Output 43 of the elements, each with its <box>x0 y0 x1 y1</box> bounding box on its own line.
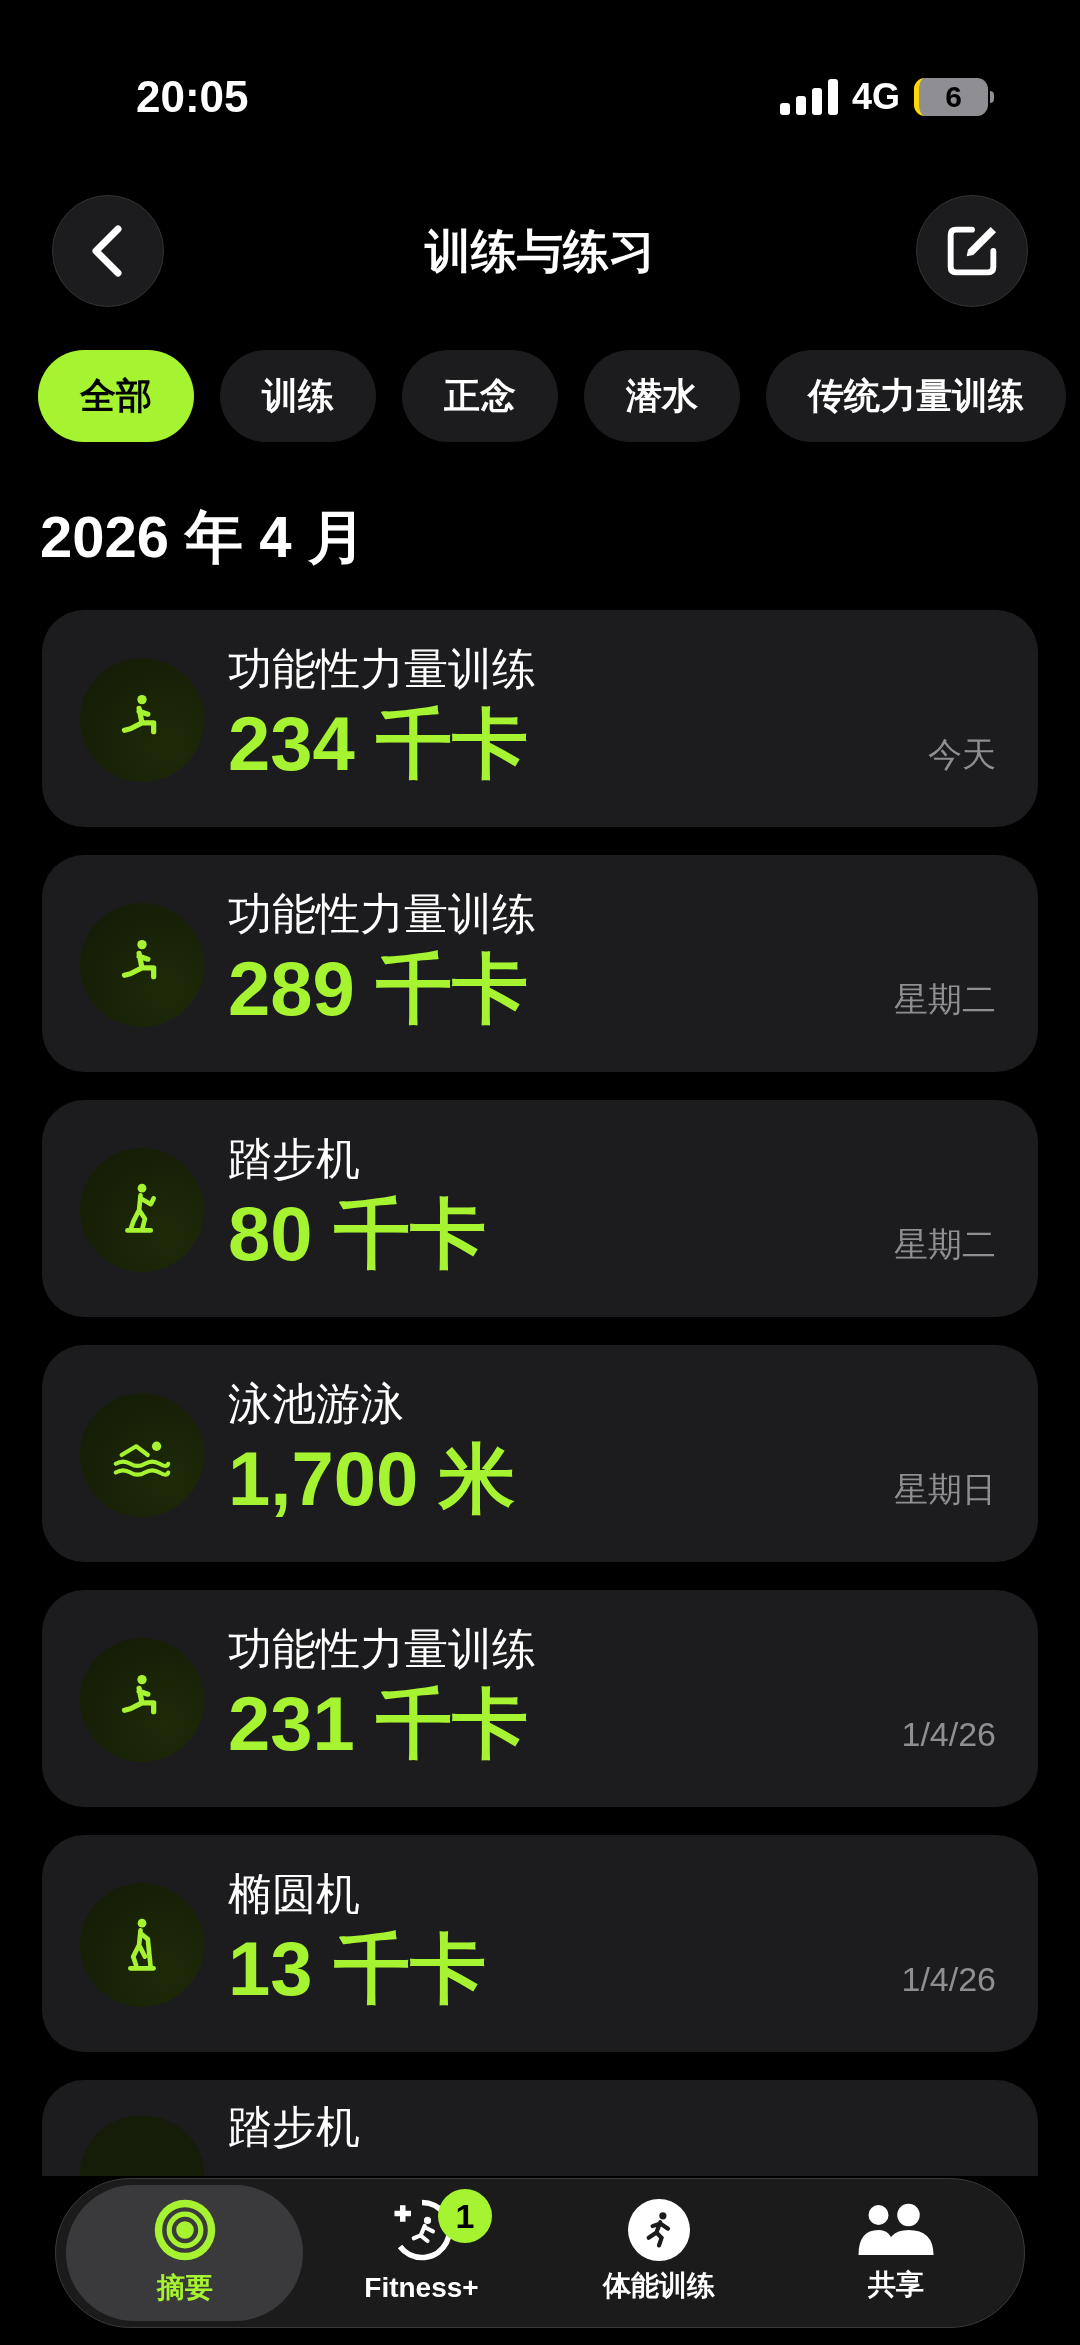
workout-card[interactable]: 功能性力量训练 231 千卡 1/4/26 <box>42 1590 1038 1807</box>
tab-item[interactable]: 共享 <box>777 2185 1014 2321</box>
workout-card[interactable]: 踏步机 80 千卡 星期二 <box>42 1100 1038 1317</box>
workout-name: 功能性力量训练 <box>228 643 536 695</box>
workout-card[interactable]: 椭圆机 13 千卡 1/4/26 <box>42 1835 1038 2052</box>
workout-name: 功能性力量训练 <box>228 888 536 940</box>
tab-item[interactable]: Fitness+ 1 <box>303 2185 540 2321</box>
runner-icon <box>627 2199 690 2261</box>
workout-value: 1,700 米 <box>228 1435 516 1523</box>
workout-value: 231 千卡 <box>228 1680 528 1768</box>
workout-date: 星期二 <box>894 979 996 1020</box>
workout-card[interactable]: 踏步机 <box>42 2080 1038 2176</box>
network-label: 4G <box>851 74 900 119</box>
workout-value: 13 千卡 <box>228 1925 486 2013</box>
filter-chip[interactable]: 训练 <box>220 350 376 442</box>
month-heading: 2026 年 4 月 <box>39 503 366 571</box>
notification-badge: 1 <box>438 2189 492 2243</box>
workout-name: 椭圆机 <box>228 1868 360 1920</box>
workout-name: 踏步机 <box>228 2101 360 2153</box>
workout-card[interactable]: 泳池游泳 1,700 米 星期日 <box>42 1345 1038 1562</box>
workout-value: 234 千卡 <box>228 700 528 788</box>
filter-chip[interactable]: 潜水 <box>584 350 740 442</box>
workout-date: 星期二 <box>894 1224 996 1265</box>
workout-name: 泳池游泳 <box>228 1378 404 1430</box>
workout-value: 80 千卡 <box>228 1190 486 1278</box>
workout-value: 289 千卡 <box>228 945 528 1033</box>
workout-card[interactable]: 功能性力量训练 289 千卡 星期二 <box>42 855 1038 1072</box>
workout-date: 1/4/26 <box>901 1714 996 1755</box>
filter-chip[interactable]: 传统力量训练 <box>766 350 1066 442</box>
filter-chip[interactable]: 正念 <box>402 350 558 442</box>
battery-indicator: 6 <box>914 77 994 116</box>
workout-card[interactable]: 功能性力量训练 234 千卡 今天 <box>42 610 1038 827</box>
workout-name: 踏步机 <box>228 1133 360 1185</box>
page-title: 训练与练习 <box>425 223 655 279</box>
workout-date: 今天 <box>928 734 996 775</box>
tab-item[interactable]: 体能训练 <box>540 2185 777 2321</box>
tab-item[interactable]: 摘要 <box>66 2185 303 2321</box>
filter-chip[interactable]: 全部 <box>38 350 194 442</box>
status-time: 20:05 <box>136 70 249 123</box>
signal-icon <box>779 78 838 115</box>
workout-date: 星期日 <box>894 1469 996 1510</box>
workout-name: 功能性力量训练 <box>228 1623 536 1675</box>
workout-date: 1/4/26 <box>901 1959 996 2000</box>
